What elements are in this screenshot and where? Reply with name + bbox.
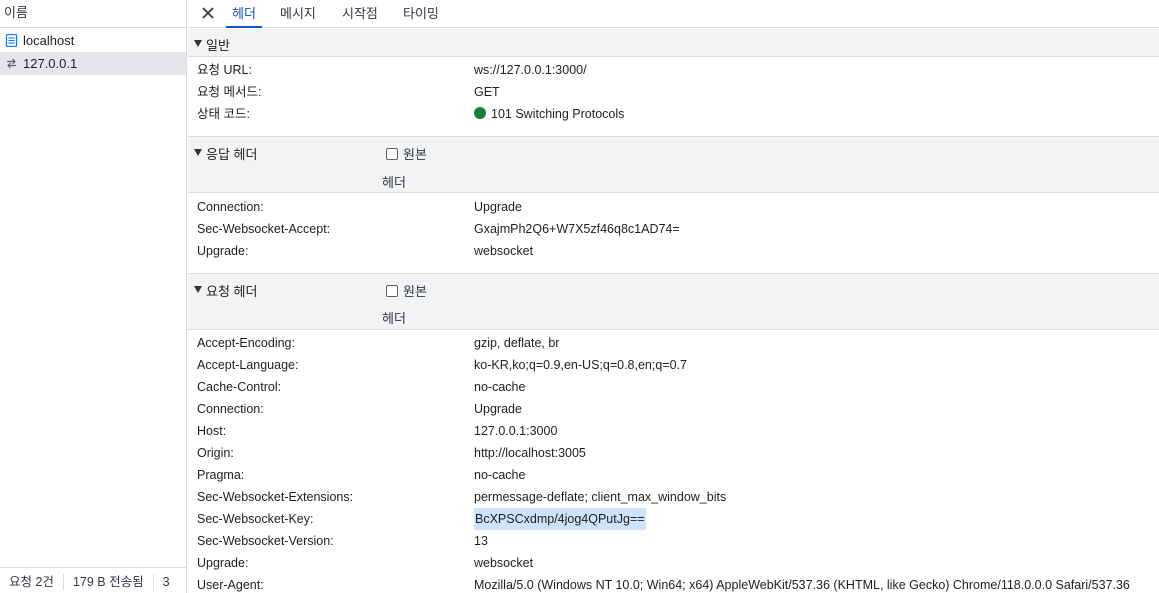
header-value: http://localhost:3005 xyxy=(474,446,586,460)
checkbox-icon xyxy=(386,147,398,160)
header-key: 요청 메서드: xyxy=(197,85,262,99)
request-headers-section-header[interactable]: 요청 헤더 원본 헤더 xyxy=(188,273,1159,330)
raw-checkbox[interactable]: 원본 xyxy=(386,281,427,300)
expand-triangle-icon xyxy=(194,40,202,47)
header-key: Upgrade: xyxy=(197,244,249,258)
header-key: 요청 URL: xyxy=(197,63,252,77)
header-key: Cache-Control: xyxy=(197,380,282,394)
header-key: Connection: xyxy=(197,200,264,214)
section-title: 일반 xyxy=(206,38,230,53)
header-key: Sec-Websocket-Key: xyxy=(197,512,314,526)
checkbox-icon xyxy=(386,284,398,297)
details-tab-bar: 헤더 메시지 시작점 타이밍 xyxy=(188,0,1159,28)
header-value-selected[interactable]: BcXPSCxdmp/4jog4QPutJg== xyxy=(474,508,646,530)
header-value: GET xyxy=(474,85,500,99)
section-sub-label: 헤더 xyxy=(382,311,406,326)
response-headers-section-header[interactable]: 응답 헤더 원본 헤더 xyxy=(188,136,1159,193)
header-key: Upgrade: xyxy=(197,556,249,570)
header-key: Origin: xyxy=(197,446,234,460)
header-key: Host: xyxy=(197,424,227,438)
general-section-header[interactable]: 일반 xyxy=(188,29,1159,57)
request-item-label: localhost xyxy=(23,33,75,48)
raw-label: 원본 xyxy=(403,147,427,162)
status-code-value: 101 Switching Protocols xyxy=(474,103,624,125)
tab-messages[interactable]: 메시지 xyxy=(274,0,322,28)
websocket-arrows-icon xyxy=(7,58,16,69)
header-value: ws://127.0.0.1:3000/ xyxy=(474,63,587,77)
header-value: Mozilla/5.0 (Windows NT 10.0; Win64; x64… xyxy=(474,578,1130,592)
raw-label: 원본 xyxy=(403,284,427,299)
header-key: Sec-Websocket-Version: xyxy=(197,534,334,548)
header-value: websocket xyxy=(474,244,534,258)
header-key: Accept-Language: xyxy=(197,358,299,372)
section-title: 요청 헤더 xyxy=(206,284,258,299)
expand-triangle-icon xyxy=(194,149,202,156)
header-value: no-cache xyxy=(474,468,526,482)
header-key: 상태 코드: xyxy=(197,107,250,121)
header-value: GxajmPh2Q6+W7X5zf46q8c1AD74= xyxy=(474,222,680,236)
section-title: 응답 헤더 xyxy=(206,147,258,162)
tab-initiator[interactable]: 시작점 xyxy=(336,0,384,28)
header-key: Accept-Encoding: xyxy=(197,336,295,350)
header-key: Sec-Websocket-Accept: xyxy=(197,222,331,236)
status-more: 3 xyxy=(162,574,170,589)
header-value: gzip, deflate, br xyxy=(474,336,560,350)
header-value: 13 xyxy=(474,534,488,548)
status-ok-icon xyxy=(474,107,486,119)
transferred-size: 179 B 전송됨 xyxy=(64,573,154,590)
header-value: 127.0.0.1:3000 xyxy=(474,424,558,438)
header-key: User-Agent: xyxy=(197,578,264,592)
status-bar: 요청 2건 179 B 전송됨 3 xyxy=(0,567,186,593)
request-count: 요청 2건 xyxy=(0,573,64,590)
name-column-header[interactable]: 이름 xyxy=(0,0,186,28)
expand-triangle-icon xyxy=(194,286,202,293)
header-key: Pragma: xyxy=(197,468,245,482)
close-icon[interactable] xyxy=(200,5,216,21)
header-value: no-cache xyxy=(474,380,526,394)
request-item-127[interactable]: 127.0.0.1 xyxy=(0,52,186,75)
details-pane: 헤더 메시지 시작점 타이밍 일반 요청 URL: ws://127.0.0.1… xyxy=(188,0,1159,593)
header-value: ko-KR,ko;q=0.9,en-US;q=0.8,en;q=0.7 xyxy=(474,358,687,372)
request-item-localhost[interactable]: localhost xyxy=(0,29,186,52)
header-key: Sec-Websocket-Extensions: xyxy=(197,490,354,504)
header-key: Connection: xyxy=(197,402,264,416)
raw-checkbox[interactable]: 원본 xyxy=(386,144,427,163)
header-value: websocket xyxy=(474,556,534,570)
request-list-pane: 이름 localhost 127.0.0.1 요청 2건 179 B 전송됨 3 xyxy=(0,0,187,593)
tab-headers[interactable]: 헤더 xyxy=(226,0,262,28)
header-value: permessage-deflate; client_max_window_bi… xyxy=(474,490,727,504)
tab-timing[interactable]: 타이밍 xyxy=(397,0,445,28)
section-sub-label: 헤더 xyxy=(382,175,406,190)
document-icon xyxy=(5,34,18,47)
header-value: Upgrade xyxy=(474,402,522,416)
request-item-label: 127.0.0.1 xyxy=(23,56,78,71)
header-value: Upgrade xyxy=(474,200,522,214)
status-code-text: 101 Switching Protocols xyxy=(491,107,625,121)
